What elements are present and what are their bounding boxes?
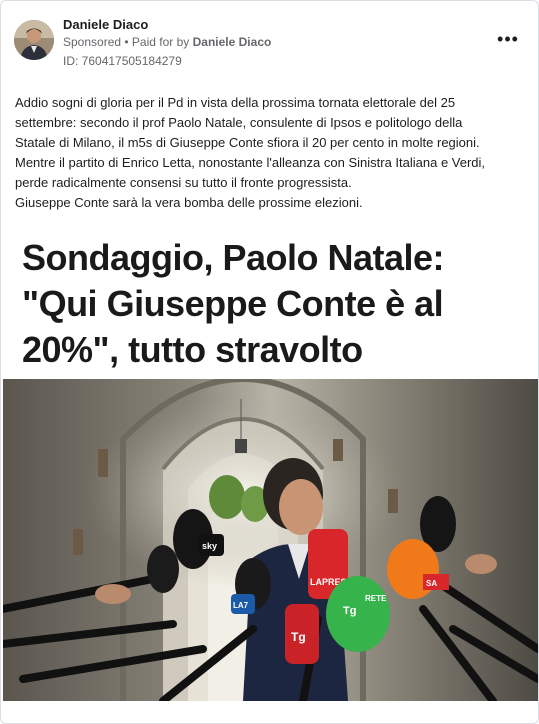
more-horizontal-icon[interactable]: ••• bbox=[496, 30, 520, 51]
paid-for-name[interactable]: Daniele Diaco bbox=[193, 35, 272, 49]
headline-line: Sondaggio, Paolo Natale: bbox=[22, 237, 445, 278]
post-text-line: Mentre il partito di Enrico Letta, nonos… bbox=[15, 155, 486, 170]
ad-id: ID: 760417505184279 bbox=[63, 54, 182, 68]
press-conference-illustration: LAPRESSE Tg Tg RETE SA sky LA7 bbox=[3, 379, 538, 701]
creative-photo[interactable]: LAPRESSE Tg Tg RETE SA sky LA7 bbox=[3, 379, 538, 701]
mic-label-tg: Tg bbox=[291, 630, 306, 644]
post-text-line: perde radicalmente consensi su tutto il … bbox=[15, 175, 352, 190]
post-text-line: Giuseppe Conte sarà la vera bomba delle … bbox=[15, 195, 363, 210]
author-avatar[interactable] bbox=[14, 20, 54, 60]
post-text-line: Statale di Milano, il m5s di Giuseppe Co… bbox=[15, 135, 480, 150]
mic-label-la7: LA7 bbox=[233, 601, 249, 610]
sponsored-meta: Sponsored • Paid for by Daniele Diaco bbox=[63, 35, 271, 49]
paid-for-prefix: • Paid for by bbox=[121, 35, 193, 49]
headline-line: 20%", tutto stravolto bbox=[22, 329, 363, 370]
author-name[interactable]: Daniele Diaco bbox=[63, 17, 148, 32]
mic-label-tg-green: Tg bbox=[343, 605, 356, 617]
creative-headline-area[interactable]: Sondaggio, Paolo Natale: "Qui Giuseppe C… bbox=[1, 229, 538, 379]
sponsored-label: Sponsored bbox=[63, 35, 122, 49]
headline-line: "Qui Giuseppe Conte è al bbox=[22, 283, 444, 324]
post-text: Addio sogni di gloria per il Pd in vista… bbox=[15, 93, 525, 213]
mic-label-rete: RETE bbox=[365, 594, 387, 603]
creative-headline: Sondaggio, Paolo Natale: "Qui Giuseppe C… bbox=[22, 235, 522, 373]
post-text-line: Addio sogni di gloria per il Pd in vista… bbox=[15, 95, 456, 110]
mic-label-sa: SA bbox=[426, 579, 437, 588]
mic-label-sky: sky bbox=[202, 541, 217, 551]
ad-post-card: Daniele Diaco Sponsored • Paid for by Da… bbox=[0, 0, 539, 724]
post-text-line: settembre: secondo il prof Paolo Natale,… bbox=[15, 115, 463, 130]
